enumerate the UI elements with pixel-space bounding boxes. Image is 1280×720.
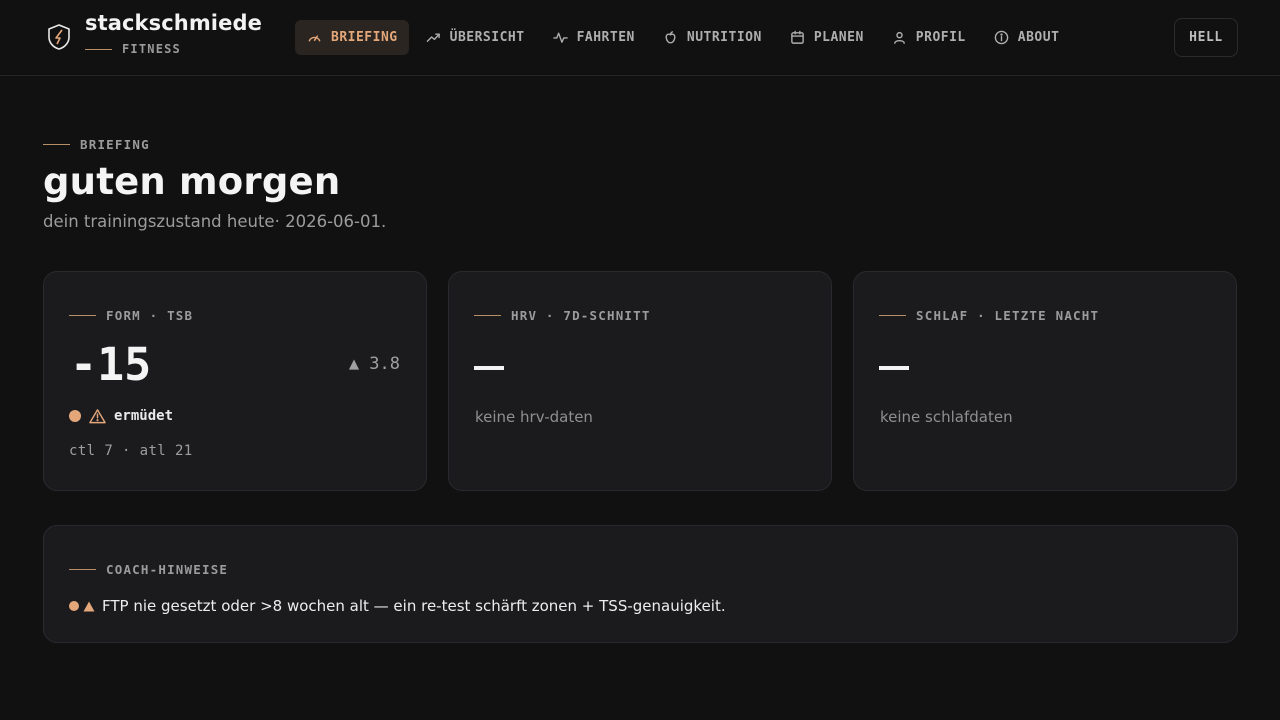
page-eyebrow: BRIEFING [43,137,150,152]
card-eyebrow: COACH-HINWEISE [69,562,228,577]
page-title: guten morgen [43,160,341,203]
hint-text: FTP nie gesetzt oder >8 wochen alt — ein… [102,597,726,615]
card-label: SCHLAF · LETZTE NACHT [916,308,1100,323]
tsb-delta: ▲ 3.8 [348,354,400,374]
eyebrow-rule [43,144,70,145]
coach-hints-card: COACH-HINWEISE FTP nie gesetzt oder >8 w… [43,525,1238,643]
warning-icon [89,409,106,424]
status-dot [69,410,81,422]
info-icon [994,30,1009,45]
brand-sub-label: FITNESS [122,42,181,56]
nav-item-profil[interactable]: PROFIL [880,20,977,55]
eyebrow-rule [879,315,906,316]
user-icon [893,31,905,44]
warning-triangle-icon [83,601,95,611]
nav-item-nutrition[interactable]: NUTRITION [651,20,773,55]
sleep-empty-text: keine schlafdaten [880,408,1013,426]
nav-item-fahrten[interactable]: FAHRTEN [541,20,646,55]
card-label: COACH-HINWEISE [106,562,229,577]
empty-value-dash [879,366,909,370]
eyebrow-rule [69,315,96,316]
hrv-empty-text: keine hrv-daten [475,408,593,426]
page-eyebrow-label: BRIEFING [80,137,150,152]
nav-label: BRIEFING [331,30,398,45]
activity-icon [552,32,568,43]
hrv-card: HRV · 7D-SCHNITT keine hrv-daten [448,271,832,491]
nav-label: PLANEN [813,30,864,45]
calendar-icon [791,30,804,44]
hint-dot [69,601,79,611]
coach-hint-item: FTP nie gesetzt oder >8 wochen alt — ein… [69,597,726,615]
nav-item-planen[interactable]: PLANEN [778,20,875,55]
brand-subtitle: FITNESS [85,41,181,57]
ctl-atl-meta: ctl 7 · atl 21 [69,443,193,459]
form-status: ermüdet [69,408,173,424]
card-label: HRV · 7D-SCHNITT [511,308,651,323]
form-tsb-card: FORM · TSB -15 ▲ 3.8 ermüdet ctl 7 · atl… [43,271,427,491]
shield-logo-icon [48,24,70,50]
card-label: FORM · TSB [106,308,194,323]
page-subtitle: dein trainingszustand heute· 2026-06-01. [43,212,387,231]
nav-label: ABOUT [1017,30,1060,45]
nav-item-about[interactable]: ABOUT [982,20,1071,55]
apple-icon [665,31,676,44]
nav-item-uebersicht[interactable]: ÜBERSICHT [414,20,536,55]
brand-name: stackschmiede [85,11,262,35]
card-eyebrow: HRV · 7D-SCHNITT [474,308,651,323]
eyebrow-rule [474,315,501,316]
trending-up-icon [426,33,440,42]
nav-label: ÜBERSICHT [449,30,525,45]
theme-toggle-button[interactable]: HELL [1174,18,1238,57]
empty-value-dash [474,366,504,370]
card-eyebrow: FORM · TSB [69,308,193,323]
nav-label: NUTRITION [686,30,762,45]
nav-item-briefing[interactable]: BRIEFING [295,20,409,55]
eyebrow-rule [69,569,96,570]
sleep-card: SCHLAF · LETZTE NACHT keine schlafdaten [853,271,1237,491]
tsb-value: -15 [70,338,152,391]
main-nav: BRIEFING ÜBERSICHT FAHRTEN NUTRITION PLA… [295,20,1075,55]
gauge-icon [308,35,321,42]
nav-label: FAHRTEN [576,30,635,45]
card-eyebrow: SCHLAF · LETZTE NACHT [879,308,1099,323]
eyebrow-rule [85,48,112,50]
nav-label: PROFIL [915,30,966,45]
status-label: ermüdet [114,408,174,424]
top-header: stackschmiede FITNESS BRIEFING ÜBERSICHT… [0,0,1280,76]
